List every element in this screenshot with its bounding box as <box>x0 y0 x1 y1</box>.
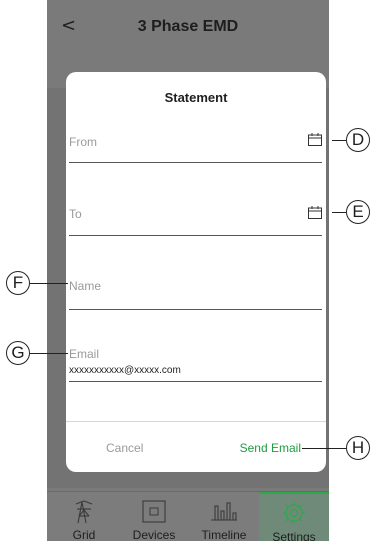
callout-e: E <box>346 200 370 224</box>
cancel-button[interactable]: Cancel <box>106 441 143 455</box>
from-date-field[interactable]: From <box>69 130 322 163</box>
callout-leader <box>332 212 346 213</box>
transmission-tower-icon <box>75 500 93 524</box>
callout-g: G <box>6 341 30 365</box>
app-header: < 3 Phase EMD <box>47 0 329 62</box>
page-title: 3 Phase EMD <box>137 18 239 35</box>
gear-icon <box>283 502 305 524</box>
to-date-field[interactable]: To <box>69 202 322 236</box>
name-label: Name <box>69 279 102 293</box>
tab-label: Settings <box>272 530 316 541</box>
callout-leader <box>30 353 68 354</box>
callout-h: H <box>346 436 370 460</box>
email-label: Email <box>69 347 100 361</box>
callout-leader <box>332 140 346 141</box>
tab-label: Devices <box>132 528 176 541</box>
tab-grid[interactable]: Grid <box>49 492 119 541</box>
device-square-icon <box>142 500 166 523</box>
email-value: xxxxxxxxxxx@xxxxx.com <box>69 365 181 376</box>
dialog-divider <box>66 421 326 422</box>
send-email-button[interactable]: Send Email <box>240 441 301 455</box>
tab-label: Timeline <box>201 528 247 541</box>
email-field[interactable]: Email xxxxxxxxxxx@xxxxx.com <box>69 347 322 382</box>
from-label: From <box>69 135 97 149</box>
tab-timeline[interactable]: Timeline <box>189 492 259 541</box>
statement-dialog: Statement From To Name Email xxxxxxxxxxx… <box>66 72 326 472</box>
callout-d: D <box>346 128 370 152</box>
calendar-icon[interactable] <box>308 133 322 146</box>
tab-label: Grid <box>72 528 96 541</box>
callout-leader <box>30 283 68 284</box>
calendar-icon[interactable] <box>308 206 322 219</box>
name-field[interactable]: Name <box>69 276 322 310</box>
bar-chart-icon <box>211 502 237 521</box>
bottom-tab-bar: Grid Devices Timeline Settings <box>47 491 329 541</box>
callout-f: F <box>6 271 30 295</box>
callout-leader <box>302 448 346 449</box>
tab-settings[interactable]: Settings <box>259 492 329 541</box>
tab-devices[interactable]: Devices <box>119 492 189 541</box>
dialog-title: Statement <box>164 90 228 105</box>
to-label: To <box>69 207 82 221</box>
